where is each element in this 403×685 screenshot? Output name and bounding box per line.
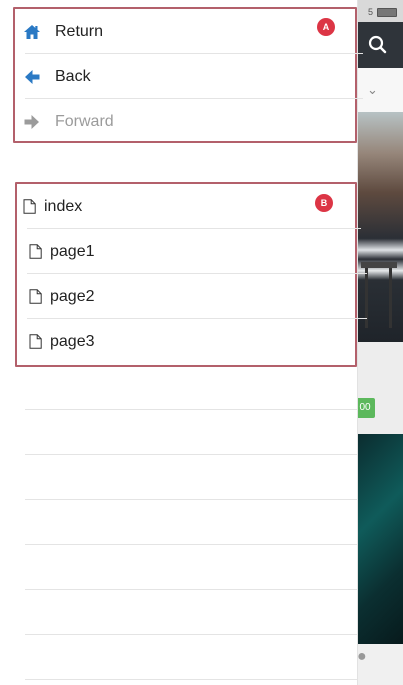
page-item-label: page1 bbox=[50, 242, 95, 260]
stool-leg bbox=[389, 268, 392, 328]
page-item-page1[interactable]: page1 bbox=[17, 229, 367, 274]
menu-item-label: Return bbox=[55, 22, 104, 40]
divider bbox=[25, 589, 357, 590]
menu-item-forward[interactable]: Forward bbox=[15, 99, 363, 144]
product-image-2 bbox=[355, 434, 403, 644]
divider bbox=[25, 634, 357, 635]
divider bbox=[25, 679, 357, 680]
menu-item-back[interactable]: Back bbox=[15, 54, 363, 99]
price-button[interactable]: 00 bbox=[355, 398, 375, 418]
home-icon bbox=[23, 23, 41, 41]
page-item-page3[interactable]: page3 bbox=[17, 319, 367, 364]
file-icon bbox=[29, 334, 42, 349]
arrow-left-icon bbox=[23, 68, 41, 86]
pages-group: B index page1 page2 page3 bbox=[15, 182, 367, 367]
page-item-page2[interactable]: page2 bbox=[17, 274, 367, 319]
page-item-label: index bbox=[44, 197, 83, 215]
menu-item-label: Back bbox=[55, 67, 91, 85]
arrow-right-icon bbox=[23, 113, 41, 131]
page-item-label: page2 bbox=[50, 287, 95, 305]
side-menu: A Return Back Forward B index page1 page… bbox=[0, 0, 367, 685]
file-icon bbox=[29, 289, 42, 304]
divider bbox=[25, 544, 357, 545]
nav-group: A Return Back Forward bbox=[13, 7, 363, 143]
file-icon bbox=[23, 199, 36, 214]
file-icon bbox=[29, 244, 42, 259]
page-item-label: page3 bbox=[50, 332, 95, 350]
divider bbox=[25, 454, 357, 455]
signal-icon: 5 bbox=[367, 7, 373, 17]
page-item-index[interactable]: index bbox=[17, 184, 361, 229]
menu-item-return[interactable]: Return bbox=[15, 9, 363, 54]
search-icon[interactable] bbox=[365, 32, 391, 58]
bottom-bar: ● bbox=[355, 644, 403, 685]
user-icon[interactable]: ● bbox=[357, 648, 367, 666]
divider bbox=[25, 409, 357, 410]
battery-icon bbox=[377, 8, 397, 17]
menu-item-label: Forward bbox=[55, 112, 114, 130]
chevron-down-icon: ⌄ bbox=[367, 82, 378, 97]
divider bbox=[25, 499, 357, 500]
